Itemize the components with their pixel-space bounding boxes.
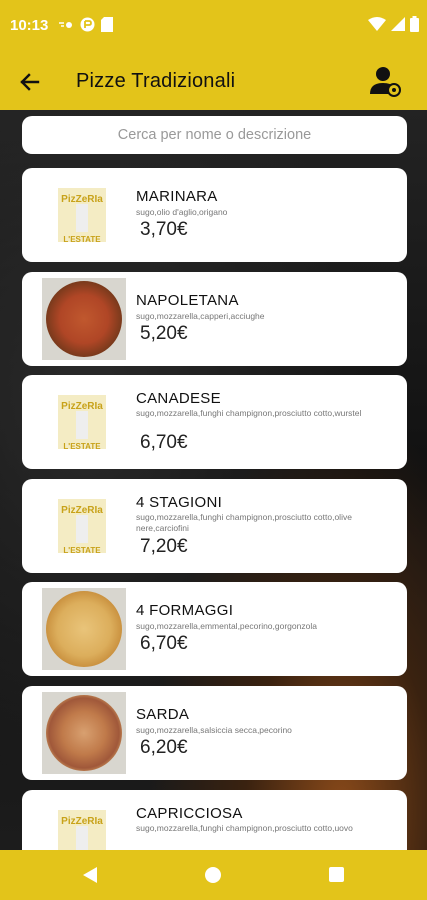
item-price: 3,70€ [140, 219, 188, 240]
menu-item[interactable]: PizZeRIa L'ESTATE CANADESE sugo,mozzarell… [22, 375, 407, 469]
app-notification-icon [80, 17, 95, 32]
search-placeholder: Cerca per nome o descrizione [117, 127, 312, 143]
search-input[interactable]: Cerca per nome o descrizione [22, 116, 407, 154]
pizza-image [42, 278, 126, 360]
item-description: sugo,olio d'aglio,origano [136, 207, 228, 217]
menu-item[interactable]: SARDA sugo,mozzarella,salsiccia secca,pe… [22, 686, 407, 780]
item-name: CAPRICCIOSA [136, 805, 243, 822]
sd-card-icon [101, 17, 113, 32]
app-bar: Pizze Tradizionali [0, 52, 427, 110]
item-name: CANADESE [136, 390, 221, 407]
menu-list[interactable]: Cerca per nome o descrizione PizZeRIa L'E… [0, 110, 427, 850]
arrow-back-icon [20, 73, 40, 91]
svg-text:PizZeRIa: PizZeRIa [61, 194, 103, 205]
system-icons [368, 16, 419, 32]
back-button[interactable] [14, 66, 46, 98]
item-price: 5,20€ [140, 323, 188, 344]
item-description: sugo,mozzarella,funghi champignon,prosci… [136, 823, 353, 833]
wifi-icon [368, 17, 386, 31]
item-description: sugo,mozzarella,emmental,pecorino,gorgon… [136, 621, 317, 631]
item-name: SARDA [136, 706, 190, 723]
svg-text:L'ESTATE: L'ESTATE [63, 546, 101, 555]
menu-item[interactable]: PizZeRIa L'ESTATE 4 STAGIONI sugo,mozzare… [22, 479, 407, 573]
battery-icon [410, 16, 419, 32]
svg-text:L'ESTATE: L'ESTATE [63, 442, 101, 451]
pizzeria-logo-icon: PizZeRIaL'ESTATE [58, 810, 106, 850]
item-description: sugo,mozzarella,capperi,acciughe [136, 311, 265, 321]
item-name: NAPOLETANA [136, 292, 239, 309]
status-bar: 10:13 [0, 0, 427, 52]
signal-icon [391, 17, 405, 31]
nav-back-icon[interactable] [82, 866, 98, 884]
nav-home-icon[interactable] [205, 867, 221, 883]
item-price: 6,70€ [140, 432, 188, 453]
menu-item[interactable]: 4 FORMAGGI sugo,mozzarella,emmental,peco… [22, 582, 407, 676]
user-settings-icon [370, 67, 401, 97]
svg-text:PizZeRIa: PizZeRIa [61, 505, 103, 516]
item-name: 4 STAGIONI [136, 494, 223, 511]
wifi-calling-icon [59, 21, 72, 28]
pizzeria-logo-icon: PizZeRIa L'ESTATE [58, 188, 106, 244]
item-price: 6,70€ [140, 633, 188, 654]
pizza-image [42, 692, 126, 774]
status-time: 10:13 [10, 17, 49, 34]
pizza-image [42, 588, 126, 670]
pizzeria-logo-icon: PizZeRIa L'ESTATE [58, 395, 106, 451]
notification-icons [58, 17, 113, 32]
account-button[interactable] [369, 64, 403, 98]
item-name: MARINARA [136, 188, 218, 205]
page-title: Pizze Tradizionali [76, 70, 236, 92]
item-name: 4 FORMAGGI [136, 602, 234, 619]
item-price: 7,20€ [140, 536, 188, 557]
menu-item[interactable]: NAPOLETANA sugo,mozzarella,capperi,acciu… [22, 272, 407, 366]
system-nav-bar [0, 850, 427, 900]
svg-text:PizZeRIa: PizZeRIa [61, 401, 103, 412]
pizzeria-logo-icon: PizZeRIa L'ESTATE [58, 499, 106, 555]
menu-item[interactable]: PizZeRIaL'ESTATE CAPRICCIOSA sugo,mozzar… [22, 790, 407, 850]
item-description: sugo,mozzarella,funghi champignon,prosci… [136, 408, 362, 418]
menu-item[interactable]: PizZeRIa L'ESTATE MARINARA sugo,olio d'ag… [22, 168, 407, 262]
svg-text:PizZeRIa: PizZeRIa [61, 816, 103, 827]
item-price: 6,20€ [140, 737, 188, 758]
svg-text:L'ESTATE: L'ESTATE [63, 235, 101, 244]
nav-recents-icon[interactable] [329, 867, 344, 882]
item-description: sugo,mozzarella,funghi champignon,prosci… [136, 512, 352, 533]
item-description: sugo,mozzarella,salsiccia secca,pecorino [136, 725, 292, 735]
